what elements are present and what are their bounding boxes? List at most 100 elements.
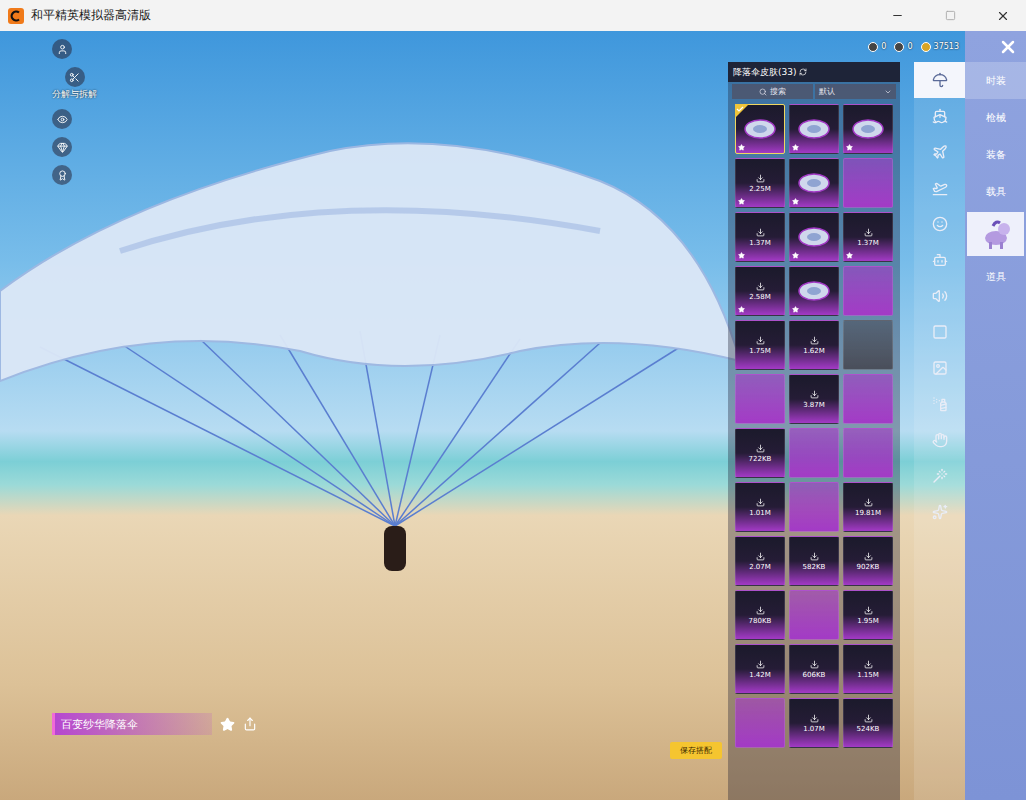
skin-tile[interactable]: 1.37M	[735, 212, 785, 262]
skin-tile[interactable]: 2.07M	[735, 536, 785, 586]
skin-tile[interactable]: 902KB	[843, 536, 893, 586]
skin-tile[interactable]	[789, 590, 839, 640]
download-icon	[756, 552, 765, 561]
star-icon	[846, 252, 853, 259]
search-placeholder: 搜索	[770, 86, 786, 97]
search-field[interactable]: 搜索	[732, 84, 813, 99]
skin-tile[interactable]	[789, 482, 839, 532]
minimize-icon	[891, 9, 904, 22]
tab[interactable]: 装备	[965, 136, 1026, 173]
tile-star	[792, 144, 799, 151]
skin-tile[interactable]: 582KB	[789, 536, 839, 586]
tab[interactable]	[965, 210, 1026, 258]
panel-header: 降落伞皮肤(33)	[728, 62, 900, 82]
category-item[interactable]	[914, 98, 965, 134]
skin-tile[interactable]: 1.01M	[735, 482, 785, 532]
category-item[interactable]	[914, 314, 965, 350]
download-icon	[864, 714, 873, 723]
category-item[interactable]	[914, 134, 965, 170]
tool-icon	[57, 44, 68, 55]
skin-tile[interactable]	[843, 158, 893, 208]
chevron-down-icon	[884, 88, 892, 96]
close-button[interactable]	[980, 0, 1026, 31]
tool-item[interactable]	[52, 165, 72, 185]
skin-tile[interactable]	[843, 374, 893, 424]
category-item[interactable]	[914, 62, 965, 98]
maximize-button[interactable]	[927, 0, 973, 31]
skin-tile[interactable]: 1.75M	[735, 320, 785, 370]
skin-tile[interactable]	[789, 266, 839, 316]
tile-star	[792, 306, 799, 313]
skin-tile[interactable]	[789, 428, 839, 478]
skin-tile[interactable]	[843, 320, 893, 370]
skin-tile[interactable]: 3.87M	[789, 374, 839, 424]
currency-amount: 0	[907, 42, 912, 51]
star-icon	[738, 306, 745, 313]
skin-tile[interactable]: 606KB	[789, 644, 839, 694]
skin-tile[interactable]	[789, 212, 839, 262]
skin-grid: 2.25M 1.37M 1.37M 2.58M 1.75M1.62M3.87M722KB…	[728, 101, 900, 751]
category-item[interactable]	[914, 458, 965, 494]
tab[interactable]: 时装	[965, 62, 1026, 99]
panel-close-button[interactable]	[965, 31, 1026, 62]
skin-tile[interactable]: 1.42M	[735, 644, 785, 694]
skin-tile[interactable]: 1.15M	[843, 644, 893, 694]
category-item[interactable]	[914, 206, 965, 242]
skin-tile[interactable]: 722KB	[735, 428, 785, 478]
skin-tile[interactable]: 2.25M	[735, 158, 785, 208]
skin-tile[interactable]: 524KB	[843, 698, 893, 748]
download-size: 1.07M	[803, 725, 825, 733]
download-icon	[864, 552, 873, 561]
category-item[interactable]	[914, 422, 965, 458]
minimize-button[interactable]	[874, 0, 920, 31]
tab[interactable]: 枪械	[965, 99, 1026, 136]
download-size: 524KB	[857, 725, 880, 733]
favorite-button[interactable]	[220, 717, 235, 732]
star-icon	[846, 144, 853, 151]
skin-tile[interactable]: 19.81M	[843, 482, 893, 532]
refresh-icon[interactable]	[799, 68, 807, 76]
download-size: 1.42M	[749, 671, 771, 679]
tool-item[interactable]	[52, 39, 72, 59]
tool-circle	[52, 165, 72, 185]
star-icon	[738, 198, 745, 205]
download-size: 606KB	[803, 671, 826, 679]
equipped-row: 百变纱华降落伞	[52, 713, 257, 735]
skin-tile[interactable]	[843, 266, 893, 316]
category-item[interactable]	[914, 350, 965, 386]
share-button[interactable]	[243, 717, 257, 731]
download-icon	[810, 660, 819, 669]
download-size: 2.58M	[749, 293, 771, 301]
skin-tile[interactable]	[843, 428, 893, 478]
skin-tile[interactable]	[735, 104, 785, 154]
category-item[interactable]	[914, 170, 965, 206]
tab[interactable]: 道具	[965, 258, 1026, 295]
category-icon	[932, 288, 948, 304]
skin-tile[interactable]	[735, 374, 785, 424]
skin-tile[interactable]	[789, 104, 839, 154]
download-size: 2.25M	[749, 185, 771, 193]
save-button[interactable]: 保存搭配	[670, 742, 722, 759]
download-size: 1.15M	[857, 671, 879, 679]
skin-tile[interactable]	[843, 104, 893, 154]
download-icon	[810, 552, 819, 561]
skin-tile[interactable]	[735, 698, 785, 748]
category-item[interactable]	[914, 386, 965, 422]
tool-item[interactable]	[52, 137, 72, 157]
skin-tile[interactable]: 1.37M	[843, 212, 893, 262]
tool-item[interactable]: 分解与拆解	[52, 67, 97, 101]
category-item[interactable]	[914, 242, 965, 278]
download-icon	[756, 282, 765, 291]
tool-item[interactable]	[52, 109, 72, 129]
category-item[interactable]	[914, 278, 965, 314]
skin-tile[interactable]: 2.58M	[735, 266, 785, 316]
skin-tile[interactable]	[789, 158, 839, 208]
skin-tile[interactable]: 1.07M	[789, 698, 839, 748]
skin-tile[interactable]: 1.95M	[843, 590, 893, 640]
skin-tile[interactable]: 1.62M	[789, 320, 839, 370]
tab[interactable]: 载具	[965, 173, 1026, 210]
sort-dropdown[interactable]: 默认	[815, 84, 896, 99]
category-item[interactable]	[914, 494, 965, 530]
skin-art-icon	[797, 278, 831, 304]
skin-tile[interactable]: 780KB	[735, 590, 785, 640]
